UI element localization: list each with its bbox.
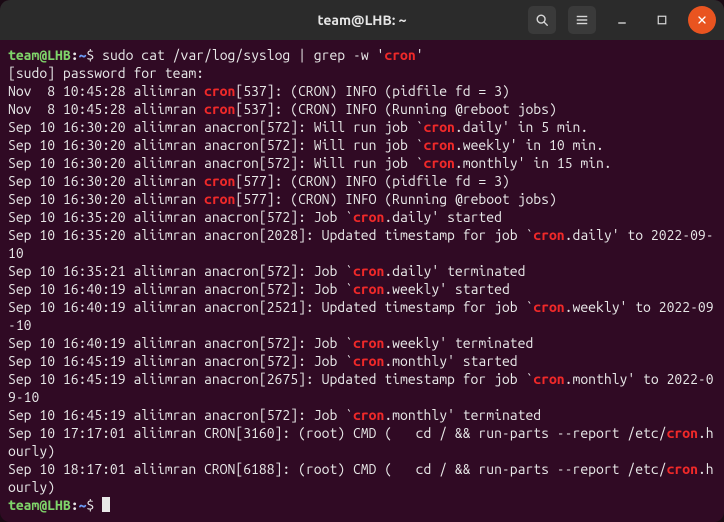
grep-highlight: cron bbox=[424, 155, 455, 171]
grep-highlight: cron bbox=[533, 299, 564, 315]
prompt-colon: : bbox=[71, 47, 79, 63]
grep-highlight: cron bbox=[667, 461, 698, 477]
prompt-dollar: $ bbox=[86, 47, 102, 63]
close-icon bbox=[696, 14, 708, 26]
grep-highlight: cron bbox=[204, 173, 235, 189]
terminal-viewport[interactable]: team@LHB:~$ sudo cat /var/log/syslog | g… bbox=[0, 40, 724, 522]
prompt-colon: : bbox=[71, 497, 79, 513]
grep-highlight: cron bbox=[204, 191, 235, 207]
grep-highlight: cron bbox=[424, 137, 455, 153]
terminal-window: team@LHB: ~ team@LHB:~$ sudo cat /var/lo… bbox=[0, 0, 724, 522]
search-button[interactable] bbox=[528, 6, 556, 34]
grep-highlight: cron bbox=[533, 371, 564, 387]
prompt-dollar: $ bbox=[86, 497, 102, 513]
minimize-icon bbox=[616, 14, 628, 26]
prompt-user-host: team@LHB bbox=[8, 497, 71, 513]
grep-highlight: cron bbox=[353, 209, 384, 225]
grep-highlight: cron bbox=[353, 263, 384, 279]
grep-highlight: cron bbox=[424, 119, 455, 135]
grep-highlight: cron bbox=[353, 335, 384, 351]
grep-highlight: cron bbox=[353, 407, 384, 423]
grep-highlight: cron bbox=[204, 83, 235, 99]
menu-button[interactable] bbox=[568, 6, 596, 34]
minimize-button[interactable] bbox=[608, 6, 636, 34]
maximize-button[interactable] bbox=[648, 6, 676, 34]
grep-highlight: cron bbox=[667, 425, 698, 441]
log-output: Nov 8 10:45:28 aliimran cron[537]: (CRON… bbox=[8, 83, 714, 495]
grep-highlight: cron bbox=[204, 101, 235, 117]
cursor bbox=[102, 497, 110, 512]
sudo-password-line: [sudo] password for team: bbox=[8, 65, 204, 81]
close-button[interactable] bbox=[688, 6, 716, 34]
prompt-user-host: team@LHB bbox=[8, 47, 71, 63]
grep-highlight: cron bbox=[353, 353, 384, 369]
search-icon bbox=[535, 13, 549, 27]
grep-highlight: cron bbox=[353, 281, 384, 297]
hamburger-icon bbox=[575, 13, 589, 27]
command-suffix: ' bbox=[416, 47, 424, 63]
titlebar: team@LHB: ~ bbox=[0, 0, 724, 40]
command-prefix: sudo cat /var/log/syslog | grep -w ' bbox=[102, 47, 384, 63]
command-highlight: cron bbox=[384, 47, 415, 63]
maximize-icon bbox=[656, 14, 668, 26]
grep-highlight: cron bbox=[533, 227, 564, 243]
